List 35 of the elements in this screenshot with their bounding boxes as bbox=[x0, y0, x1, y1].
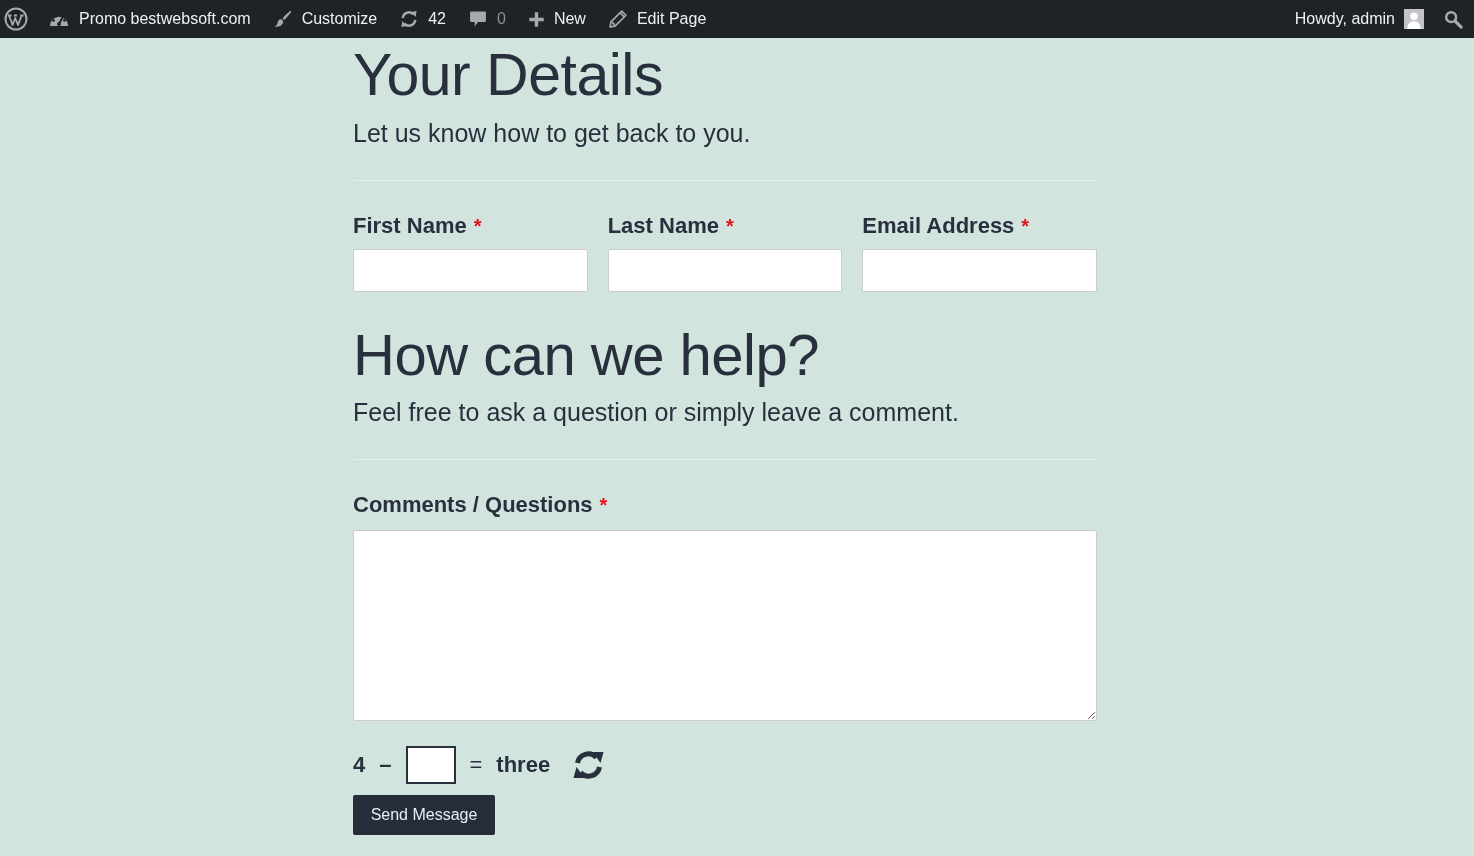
logo-icon[interactable] bbox=[4, 7, 28, 31]
field-label: First Name bbox=[353, 212, 467, 240]
section-description: Let us know how to get back to you. bbox=[353, 117, 752, 148]
toolbar-link[interactable]: Customize bbox=[301, 10, 378, 28]
send-message-button[interactable]: Send Message bbox=[353, 795, 495, 836]
required-mark: * bbox=[473, 214, 482, 238]
captcha-operator: – bbox=[379, 752, 392, 779]
search-icon[interactable] bbox=[1444, 9, 1463, 29]
comment-textarea[interactable] bbox=[353, 530, 1097, 722]
toolbar-link[interactable]: 42 bbox=[428, 10, 446, 28]
account-link[interactable]: Howdy, admin bbox=[1294, 10, 1395, 28]
toolbar-link[interactable]: 0 bbox=[497, 10, 506, 28]
text-input-field[interactable] bbox=[862, 249, 1097, 293]
field-label: Last Name bbox=[607, 212, 719, 240]
field-label: Email Address bbox=[862, 212, 1015, 240]
captcha-equals: = bbox=[469, 752, 483, 779]
plus-icon bbox=[527, 10, 545, 28]
site-name-link[interactable]: Promo bestwebsoft.com bbox=[79, 10, 251, 28]
required-mark: * bbox=[599, 494, 608, 518]
section-heading: Your Details bbox=[353, 43, 664, 108]
section-heading: How can we help? bbox=[353, 323, 820, 388]
text-input-field[interactable] bbox=[353, 249, 588, 293]
section-description: Feel free to ask a question or simply leave a comment. bbox=[353, 397, 960, 428]
required-mark: * bbox=[725, 214, 734, 238]
pencil-icon bbox=[607, 9, 628, 29]
brush-icon bbox=[272, 9, 293, 29]
captcha-result: three bbox=[496, 752, 551, 779]
text-input-field[interactable] bbox=[607, 249, 843, 293]
field-label: Comments / Questions bbox=[353, 492, 593, 519]
captcha-operand: 4 bbox=[353, 752, 366, 779]
captcha-answer-field[interactable] bbox=[405, 746, 456, 785]
toolbar-link[interactable]: Edit Page bbox=[636, 10, 707, 28]
toolbar-link[interactable]: New bbox=[553, 10, 586, 28]
required-mark: * bbox=[1021, 214, 1030, 238]
avatar-icon[interactable] bbox=[1404, 9, 1424, 29]
